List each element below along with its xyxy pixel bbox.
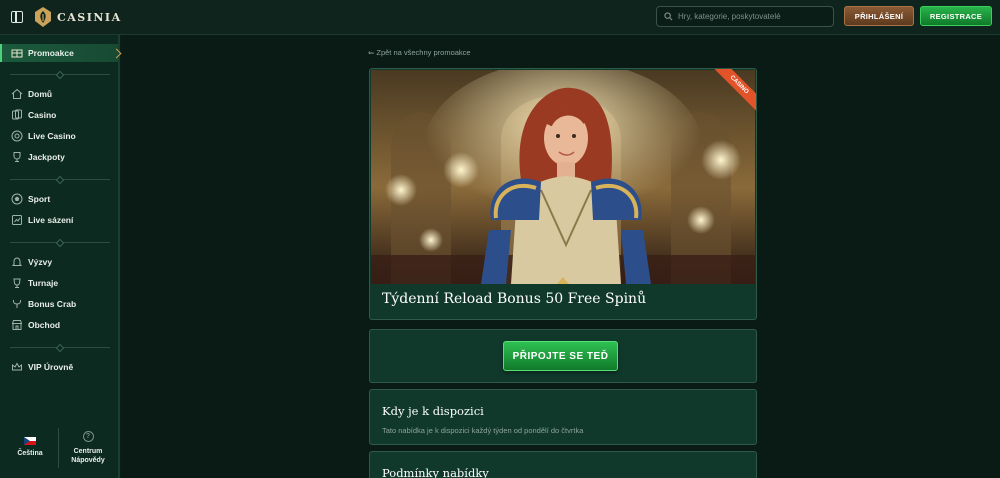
- availability-card: Kdy je k dispozici Tato nabídka je k dis…: [369, 389, 757, 445]
- sidebar-item-live-casino[interactable]: Live Casino: [0, 127, 118, 145]
- promo-title: Týdenní Reload Bonus 50 Free Spinů: [382, 291, 647, 307]
- sidebar-item-label: Obchod: [28, 320, 61, 330]
- join-card: PŘIPOJTE SE TEĎ: [369, 329, 757, 383]
- sidebar-item-label: Promoakce: [28, 48, 74, 58]
- register-button[interactable]: REGISTRACE: [920, 6, 992, 26]
- terms-title: Podmínky nabídky: [382, 466, 489, 478]
- shop-icon: [11, 320, 23, 330]
- logo-icon[interactable]: [33, 6, 53, 28]
- sidebar-item-label: VIP Úrovně: [28, 362, 74, 372]
- sidebar-toggle-icon[interactable]: [11, 11, 23, 23]
- home-icon: [11, 88, 23, 99]
- trophy-icon: [13, 152, 21, 162]
- sidebar-item-promoakce[interactable]: Promoakce: [0, 44, 122, 62]
- crown-icon: [12, 362, 22, 371]
- sidebar-item-label: Turnaje: [28, 278, 59, 288]
- search-box[interactable]: [656, 6, 834, 27]
- sidebar-item-label: Sport: [28, 194, 51, 204]
- sidebar-item-label: Live sázení: [28, 215, 74, 225]
- footer-divider: [58, 428, 59, 468]
- help-icon: ?: [82, 431, 94, 442]
- czech-flag-icon: [24, 437, 36, 445]
- roulette-icon: [11, 130, 23, 142]
- sidebar-divider: [10, 179, 110, 180]
- sidebar-item-label: Live Casino: [28, 131, 76, 141]
- sidebar-item-vyzvy[interactable]: Výzvy: [0, 253, 118, 271]
- sidebar-item-live-sazeni[interactable]: Live sázení: [0, 211, 118, 229]
- search-input[interactable]: [678, 12, 828, 21]
- availability-title: Kdy je k dispozici: [382, 404, 484, 418]
- gift-icon: [11, 49, 23, 58]
- cup-icon: [13, 278, 21, 288]
- help-label-line1: Centrum: [73, 448, 103, 455]
- sidebar-divider: [10, 242, 110, 243]
- help-label-line2: Nápovědy: [71, 457, 105, 464]
- language-selector[interactable]: Čeština: [12, 437, 48, 457]
- sidebar: Promoakce Domů Casino Live Casino Jackpo…: [0, 35, 122, 478]
- sidebar-item-obchod[interactable]: Obchod: [0, 316, 118, 334]
- top-bar: CASINIA PŘIHLÁŠENÍ REGISTRACE: [0, 0, 1000, 35]
- sidebar-item-jackpoty[interactable]: Jackpoty: [0, 148, 118, 166]
- sidebar-item-domu[interactable]: Domů: [0, 85, 118, 103]
- sidebar-item-label: Jackpoty: [28, 152, 65, 162]
- search-icon: [664, 12, 673, 21]
- terms-card: Podmínky nabídky: [369, 451, 757, 478]
- sidebar-item-label: Domů: [28, 89, 53, 99]
- login-button[interactable]: PŘIHLÁŠENÍ: [844, 6, 914, 26]
- promo-hero-card: CASINO Týdenní Reload Bonus 50 Free Spin…: [369, 68, 757, 320]
- promo-banner-image: [371, 70, 755, 284]
- sidebar-item-label: Casino: [28, 110, 57, 120]
- sidebar-item-vip[interactable]: VIP Úrovně: [0, 358, 118, 376]
- sidebar-divider: [10, 347, 110, 348]
- sidebar-divider: [10, 74, 110, 75]
- cards-icon: [12, 109, 22, 120]
- join-now-button[interactable]: PŘIPOJTE SE TEĎ: [503, 341, 618, 371]
- logo-text[interactable]: CASINIA: [57, 11, 122, 24]
- bell-icon: [11, 257, 23, 266]
- sidebar-item-label: Výzvy: [28, 257, 53, 267]
- active-indicator: [111, 48, 122, 59]
- football-icon: [11, 193, 23, 205]
- sidebar-item-bonus-crab[interactable]: Bonus Crab: [0, 295, 118, 313]
- sidebar-item-sport[interactable]: Sport: [0, 190, 118, 208]
- claw-icon: [12, 299, 22, 308]
- availability-text: Tato nabídka je k dispozici každý týden …: [382, 426, 584, 435]
- language-label: Čeština: [17, 450, 43, 457]
- help-center-link[interactable]: ? Centrum Nápovědy: [64, 431, 112, 465]
- sidebar-item-label: Bonus Crab: [28, 299, 77, 309]
- sidebar-item-casino[interactable]: Casino: [0, 106, 118, 124]
- live-betting-icon: [12, 215, 22, 225]
- sidebar-item-turnaje[interactable]: Turnaje: [0, 274, 118, 292]
- back-to-promotions-link[interactable]: ⇐ Zpět na všechny promoakce: [368, 48, 471, 57]
